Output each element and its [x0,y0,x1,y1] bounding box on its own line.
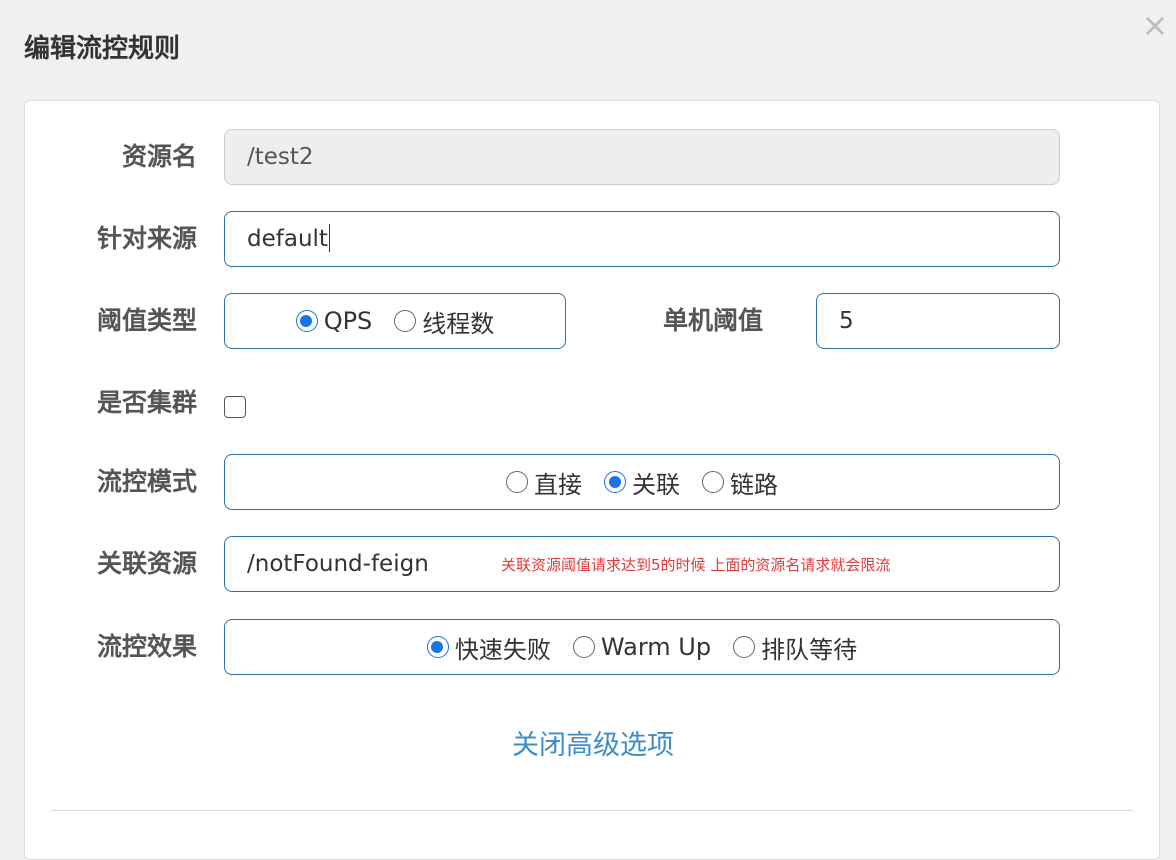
close-icon[interactable]: × [1138,8,1172,42]
strategy-option-label: 直接 [534,470,582,499]
behavior-option-label: Warm Up [600,633,712,661]
strategy-option-relate[interactable]: 关联 [604,465,680,500]
control-behavior-label: 流控效果 [96,632,197,661]
text-caret [328,223,330,252]
strategy-option-label: 链路 [730,470,778,499]
radio-unchecked-icon[interactable] [394,310,417,332]
form-panel: 资源名 /test2 针对来源 default 阈值类型 QPS 线程数 单机阈… [24,100,1160,860]
radio-checked-icon[interactable] [604,471,626,493]
limit-app-value: default [247,226,328,252]
radio-unchecked-icon[interactable] [506,471,528,493]
dialog-title: 编辑流控规则 [24,34,181,64]
strategy-label: 流控模式 [96,467,197,496]
cluster-checkbox[interactable] [224,396,246,418]
behavior-option-fail-fast[interactable]: 快速失败 [426,630,551,665]
strategy-option-label: 关联 [632,470,680,499]
threshold-type-option-label: QPS [323,307,373,335]
divider [51,810,1133,811]
threshold-type-option-thread[interactable]: 线程数 [394,304,494,339]
cluster-label: 是否集群 [96,388,197,417]
threshold-type-option-qps[interactable]: QPS [295,307,373,335]
behavior-option-warm-up[interactable]: Warm Up [572,633,712,661]
radio-checked-icon[interactable] [295,310,318,332]
ref-resource-value: /notFound-feign [247,551,429,577]
ref-resource-label: 关联资源 [96,549,197,578]
strategy-option-direct[interactable]: 直接 [506,465,582,500]
radio-unchecked-icon[interactable] [733,636,756,658]
resource-name-label: 资源名 [121,142,197,171]
strategy-radio-group: 直接 关联 链路 [224,454,1060,510]
radio-unchecked-icon[interactable] [702,471,724,493]
single-threshold-label: 单机阈值 [662,306,763,335]
radio-checked-icon[interactable] [426,636,449,658]
annotation-text: 关联资源阈值请求达到5的时候 上面的资源名请求就会限流 [501,556,891,574]
limit-app-input[interactable]: default [224,211,1060,267]
toggle-advanced-link[interactable]: 关闭高级选项 [25,723,1161,762]
control-behavior-radio-group: 快速失败 Warm Up 排队等待 [224,619,1060,675]
behavior-option-label: 排队等待 [761,635,858,664]
ref-resource-input[interactable]: /notFound-feign 关联资源阈值请求达到5的时候 上面的资源名请求就… [224,536,1060,592]
behavior-option-queue[interactable]: 排队等待 [733,630,857,665]
radio-unchecked-icon[interactable] [572,636,595,658]
strategy-option-chain[interactable]: 链路 [702,465,778,500]
single-threshold-input[interactable]: 5 [816,293,1060,349]
threshold-type-option-label: 线程数 [422,309,495,338]
limit-app-label: 针对来源 [96,224,197,253]
behavior-option-label: 快速失败 [454,635,551,664]
threshold-type-label: 阈值类型 [96,306,197,335]
resource-name-field: /test2 [224,129,1060,185]
threshold-type-radio-group: QPS 线程数 [224,293,566,349]
